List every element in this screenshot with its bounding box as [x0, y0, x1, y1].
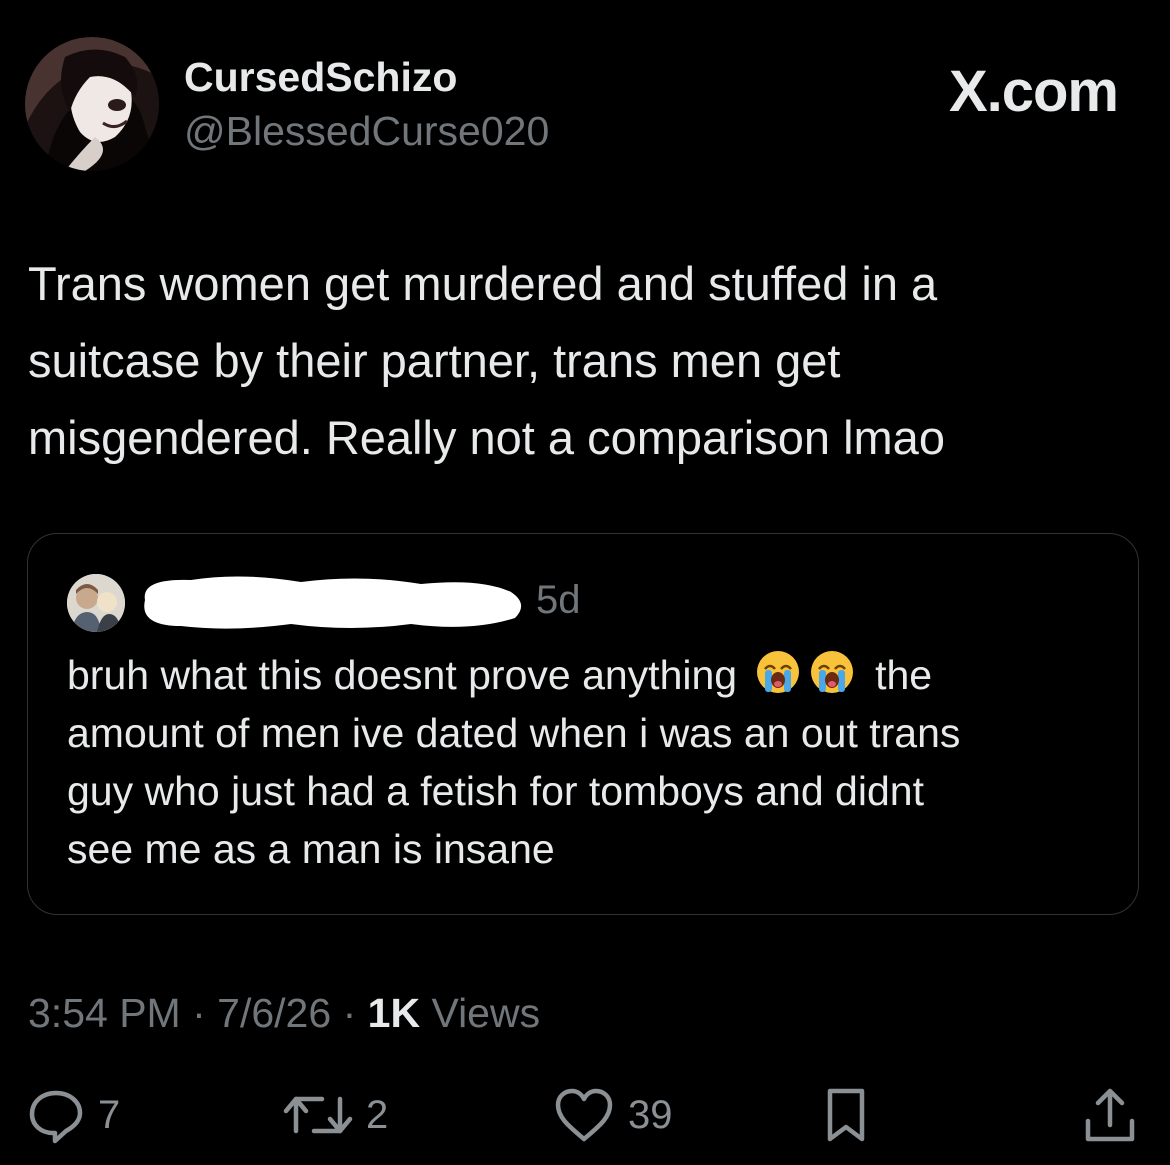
- quoted-text-line: see me as a man is insane: [67, 826, 555, 872]
- meta-separator: ·: [342, 990, 357, 1036]
- repost-icon: [283, 1096, 353, 1134]
- author-display-name[interactable]: CursedSchizo: [184, 54, 457, 101]
- meta-separator: ·: [192, 990, 206, 1036]
- tweet-text-line: misgendered. Really not a comparison lma…: [28, 411, 945, 464]
- quoted-text-segment: bruh what this doesnt prove anything: [67, 652, 738, 698]
- loudly-crying-face-icon: [809, 649, 855, 695]
- tweet-text: Trans women get murdered and stuffed in …: [28, 245, 1128, 476]
- like-count: 39: [628, 1092, 673, 1137]
- repost-button[interactable]: 2: [282, 1080, 388, 1150]
- tweet-text-line: Trans women get murdered and stuffed in …: [28, 257, 938, 310]
- views-count: 1K: [367, 990, 421, 1036]
- reply-button[interactable]: 7: [26, 1080, 120, 1150]
- author-handle[interactable]: @BlessedCurse020: [184, 108, 549, 155]
- like-button[interactable]: 39: [552, 1080, 673, 1150]
- quoted-text-segment: the: [875, 652, 933, 698]
- quoted-tweet-text: bruh what this doesnt prove anything the …: [67, 646, 1117, 878]
- quoted-text-line: guy who just had a fetish for tomboys an…: [67, 768, 924, 814]
- tweet-date[interactable]: 7/6/26: [217, 990, 331, 1036]
- action-bar: 7 2 39: [0, 1080, 1170, 1150]
- tweet-meta: 3:54 PM · 7/6/26 · 1K Views: [28, 990, 540, 1037]
- quoted-author-avatar[interactable]: [67, 574, 125, 632]
- share-button[interactable]: [1080, 1080, 1140, 1150]
- quoted-tweet-time: 5d: [536, 578, 581, 622]
- bookmark-icon: [827, 1088, 865, 1142]
- reply-icon: [29, 1090, 83, 1144]
- share-icon: [1085, 1088, 1135, 1142]
- bookmark-button[interactable]: [816, 1080, 876, 1150]
- quoted-tweet-card[interactable]: 5d bruh what this doesnt prove anything t…: [27, 533, 1139, 915]
- repost-count: 2: [366, 1092, 389, 1137]
- redacted-name: [131, 570, 527, 632]
- views-label: Views: [431, 990, 541, 1036]
- heart-icon: [555, 1088, 613, 1142]
- tweet-time[interactable]: 3:54 PM: [28, 990, 181, 1036]
- quoted-text-line: bruh what this doesnt prove anything the: [67, 646, 1117, 704]
- tweet-text-line: suitcase by their partner, trans men get: [28, 334, 841, 387]
- author-avatar[interactable]: [25, 37, 159, 171]
- quoted-text-line: amount of men ive dated when i was an ou…: [67, 710, 961, 756]
- site-label: X.com: [948, 59, 1119, 124]
- reply-count: 7: [98, 1092, 121, 1137]
- loudly-crying-face-icon: [755, 649, 801, 695]
